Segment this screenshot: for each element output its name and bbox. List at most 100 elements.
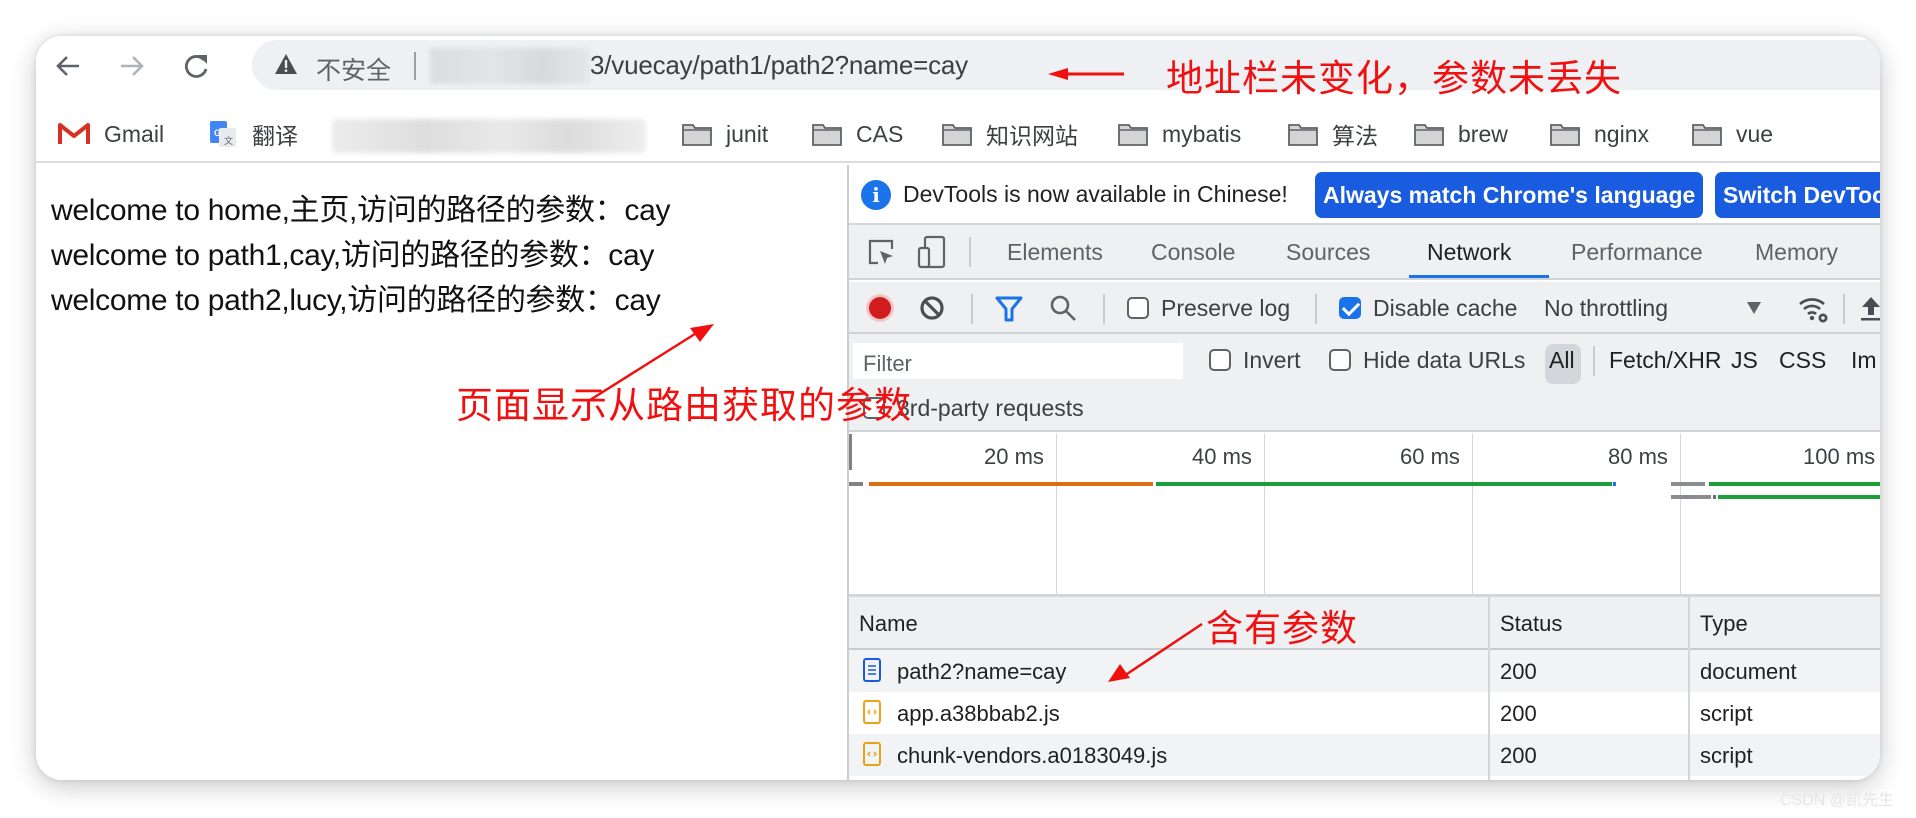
annotation-address-bar: 地址栏未变化，参数未丢失 (1166, 58, 1622, 99)
bookmark-label: Gmail (104, 120, 165, 147)
active-tab-indicator (1409, 275, 1549, 278)
security-label[interactable]: 不安全 (316, 51, 391, 87)
reload-icon (184, 55, 208, 78)
infobar-message: DevTools is now available in Chinese! (903, 181, 1288, 207)
bookmark-label: 知识网站 (986, 123, 1078, 149)
annotation-arrow-request (1108, 622, 1203, 682)
import-har-icon[interactable] (1859, 295, 1880, 321)
tab-performance[interactable]: Performance (1571, 239, 1703, 266)
request-name[interactable]: app.a38bbab2.js (897, 701, 1060, 727)
bookmark-folder-cas[interactable]: CAS (812, 117, 903, 151)
network-conditions-icon[interactable] (1797, 294, 1831, 324)
type-filter-js[interactable]: JS (1731, 347, 1758, 374)
bookmark-folder-junit[interactable]: junit (682, 117, 768, 151)
folder-icon (1692, 122, 1722, 146)
tabs-divider (969, 237, 971, 267)
folder-icon (1550, 122, 1580, 146)
column-name[interactable]: Name (859, 611, 918, 637)
bookmark-label: 翻译 (252, 123, 298, 149)
page-line-path1: welcome to path1,cay,访问的路径的参数：cay (51, 239, 655, 272)
preserve-log-label[interactable]: Preserve log (1161, 295, 1290, 322)
hide-data-urls-checkbox[interactable] (1329, 349, 1351, 371)
network-toolbar: Preserve log Disable cache No throttling (849, 282, 1880, 334)
bookmark-label: mybatis (1162, 120, 1242, 147)
timing-bar-queue (1671, 495, 1711, 499)
bookmark-folder-vue[interactable]: vue (1692, 117, 1773, 151)
always-match-language-button[interactable]: Always match Chrome's language (1315, 172, 1704, 218)
info-icon: i (861, 180, 891, 210)
bookmark-label: brew (1458, 120, 1508, 147)
disable-cache-checkbox[interactable] (1339, 297, 1361, 319)
warning-triangle-icon[interactable] (274, 53, 298, 75)
tab-memory[interactable]: Memory (1755, 239, 1838, 266)
bookmark-folder-knowledge[interactable]: 知识网站 (942, 117, 1078, 151)
back-button[interactable] (48, 46, 88, 86)
folder-icon (942, 122, 972, 146)
filter-funnel-icon[interactable] (995, 296, 1023, 322)
device-toolbar-icon[interactable] (917, 235, 947, 269)
network-overview-timeline[interactable]: 20 ms 40 ms 60 ms 80 ms 100 ms (849, 434, 1880, 597)
tab-elements[interactable]: Elements (1007, 239, 1103, 266)
request-name[interactable]: path2?name=cay (897, 659, 1066, 685)
tab-sources[interactable]: Sources (1286, 239, 1370, 266)
bookmark-folder-brew[interactable]: brew (1414, 117, 1508, 151)
invert-label[interactable]: Invert (1243, 347, 1301, 374)
reload-button[interactable] (176, 46, 216, 86)
folder-icon (1118, 122, 1148, 146)
throttling-select[interactable]: No throttling (1544, 295, 1668, 322)
column-divider[interactable] (1688, 597, 1690, 780)
filter-input[interactable]: Filter (853, 343, 1183, 379)
tick-label-100ms: 100 ms (1803, 444, 1876, 469)
page-line-path2: welcome to path2,lucy,访问的路径的参数：cay (51, 284, 661, 317)
third-party-row: 3rd-party requests (849, 386, 1880, 432)
table-row[interactable]: path2?name=cay 200 document (849, 650, 1880, 692)
request-status: 200 (1500, 743, 1537, 768)
switch-devtools-language-button[interactable]: Switch DevTools to Chinese (1715, 172, 1880, 218)
inspect-element-icon[interactable] (867, 238, 897, 268)
tick-label-80ms: 80 ms (1608, 444, 1668, 469)
bookmark-folder-nginx[interactable]: nginx (1550, 117, 1649, 151)
redacted-host (430, 48, 590, 84)
chevron-down-icon[interactable] (1747, 302, 1761, 314)
third-party-label[interactable]: 3rd-party requests (897, 395, 1084, 422)
table-row[interactable]: app.a38bbab2.js 200 script (849, 692, 1880, 734)
bookmark-translate[interactable]: G文 翻译 (208, 117, 298, 151)
timeline-handle[interactable] (849, 434, 852, 470)
type-filter-img[interactable]: Im (1851, 347, 1877, 374)
filter-row: Filter Invert Hide data URLs All Fetch/X… (849, 334, 1880, 386)
column-status[interactable]: Status (1500, 611, 1562, 637)
url-text[interactable]: 3/vuecay/path1/path2?name=cay (590, 50, 968, 81)
tick-label-60ms: 60 ms (1400, 444, 1460, 469)
type-filter-fetch-xhr[interactable]: Fetch/XHR (1609, 347, 1721, 374)
record-button[interactable] (865, 293, 895, 323)
tab-console[interactable]: Console (1151, 239, 1235, 266)
clear-icon[interactable] (919, 295, 945, 321)
tab-network[interactable]: Network (1427, 239, 1511, 266)
type-filter-all[interactable]: All (1549, 347, 1575, 374)
bookmark-folder-mybatis[interactable]: mybatis (1118, 117, 1241, 151)
column-divider[interactable] (1488, 597, 1490, 780)
type-filter-css[interactable]: CSS (1779, 347, 1826, 374)
bookmark-folder-algorithm[interactable]: 算法 (1288, 117, 1378, 151)
bookmark-label: nginx (1594, 120, 1649, 147)
table-row[interactable]: chunk-vendors.a0183049.js 200 script (849, 734, 1880, 776)
invert-checkbox[interactable] (1209, 349, 1231, 371)
preserve-log-checkbox[interactable] (1127, 297, 1149, 319)
column-type[interactable]: Type (1700, 611, 1748, 637)
toolbar-divider (1103, 294, 1105, 324)
svg-text:文: 文 (224, 135, 233, 146)
timing-bar-download (1156, 482, 1612, 486)
request-status: 200 (1500, 659, 1537, 684)
annotation-arrow-address (1048, 68, 1124, 80)
bookmark-label: 算法 (1332, 123, 1378, 149)
document-icon (863, 658, 881, 682)
disable-cache-label[interactable]: Disable cache (1373, 295, 1517, 322)
request-name[interactable]: chunk-vendors.a0183049.js (897, 743, 1167, 769)
bookmark-gmail[interactable]: Gmail (58, 117, 164, 151)
hide-data-urls-label[interactable]: Hide data URLs (1363, 347, 1525, 374)
tick-label-40ms: 40 ms (1192, 444, 1252, 469)
forward-button[interactable] (112, 46, 152, 86)
watermark: CSDN @凯先生 (1779, 792, 1894, 809)
search-icon[interactable] (1049, 294, 1077, 322)
request-type: document (1700, 659, 1797, 684)
